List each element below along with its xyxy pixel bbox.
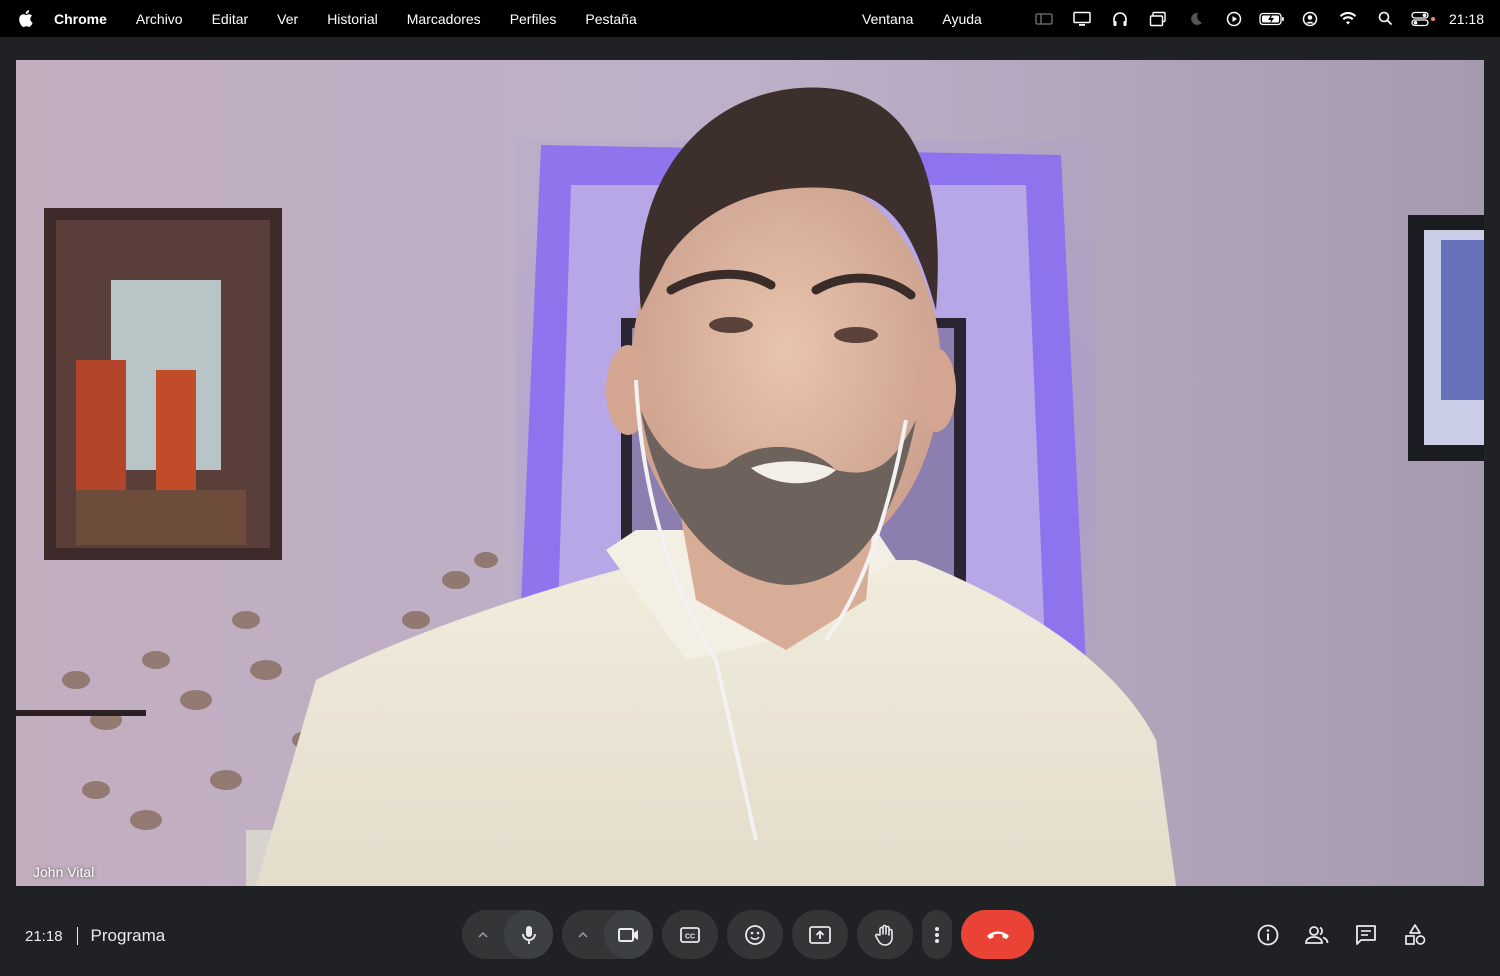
microphone-button[interactable] <box>504 910 553 959</box>
menu-item-marcadores[interactable]: Marcadores <box>407 11 481 27</box>
call-controls: CC <box>462 910 1034 959</box>
play-icon[interactable] <box>1215 0 1253 37</box>
meeting-details-button[interactable] <box>1243 910 1292 959</box>
closed-captions-icon: CC <box>680 926 700 943</box>
divider <box>76 927 78 945</box>
headphones-icon[interactable] <box>1101 0 1139 37</box>
apple-icon[interactable] <box>18 10 36 28</box>
wifi-icon[interactable] <box>1329 0 1367 37</box>
video-controls <box>562 910 653 959</box>
audio-controls <box>462 910 553 959</box>
meeting-control-bar: 21:18 Programa CC <box>0 886 1500 976</box>
video-options-chevron-up-icon[interactable] <box>562 910 604 959</box>
side-panel-controls <box>1243 910 1439 959</box>
chat-button[interactable] <box>1341 910 1390 959</box>
search-icon[interactable] <box>1367 0 1405 37</box>
people-icon <box>1304 925 1328 944</box>
sidebar-icon[interactable] <box>1025 0 1063 37</box>
menu-item-perfiles[interactable]: Perfiles <box>510 11 557 27</box>
menu-item-ver[interactable]: Ver <box>277 11 298 27</box>
menu-item-historial[interactable]: Historial <box>327 11 378 27</box>
battery-icon <box>1253 0 1291 37</box>
emoji-icon <box>745 924 765 945</box>
user-icon[interactable] <box>1291 0 1329 37</box>
activities-icon <box>1404 923 1425 945</box>
audio-options-chevron-up-icon[interactable] <box>462 910 504 959</box>
leave-call-button[interactable] <box>961 910 1034 959</box>
svg-text:CC: CC <box>685 933 695 940</box>
captions-button[interactable]: CC <box>662 910 718 959</box>
menubar-clock[interactable]: 21:18 <box>1449 11 1484 27</box>
menu-item-ayuda[interactable]: Ayuda <box>942 11 981 27</box>
meeting-name: Programa <box>90 926 166 945</box>
microphone-icon <box>521 925 536 944</box>
control-center-icon[interactable] <box>1405 0 1443 37</box>
moon-icon[interactable] <box>1177 0 1215 37</box>
raise-hand-button[interactable] <box>857 910 913 959</box>
present-screen-icon <box>809 925 831 944</box>
menu-item-archivo[interactable]: Archivo <box>136 11 183 27</box>
info-icon <box>1257 924 1278 945</box>
menu-item-pestana[interactable]: Pestaña <box>585 11 636 27</box>
window-icon[interactable] <box>1139 0 1177 37</box>
meeting-time: 21:18 <box>25 927 63 945</box>
menu-item-editar[interactable]: Editar <box>212 11 249 27</box>
hang-up-icon <box>986 931 1009 939</box>
more-vert-icon <box>935 926 939 943</box>
more-options-button[interactable] <box>922 910 952 959</box>
camera-icon <box>617 927 638 942</box>
activities-button[interactable] <box>1390 910 1439 959</box>
people-button[interactable] <box>1292 910 1341 959</box>
meeting-info: 21:18 Programa <box>25 926 165 946</box>
menu-item-ventana[interactable]: Ventana <box>862 11 913 27</box>
chat-icon <box>1355 924 1376 945</box>
menu-app-name[interactable]: Chrome <box>54 11 107 27</box>
present-screen-button[interactable] <box>792 910 848 959</box>
mac-menubar: Chrome Archivo Editar Ver Historial Marc… <box>0 0 1500 37</box>
participant-video-tile: John Vital <box>16 60 1484 886</box>
participant-name-label: John Vital <box>33 864 95 880</box>
display-icon[interactable] <box>1063 0 1101 37</box>
participant-video-image <box>16 60 1484 886</box>
camera-button[interactable] <box>604 910 653 959</box>
hand-icon <box>875 924 893 946</box>
reactions-button[interactable] <box>727 910 783 959</box>
